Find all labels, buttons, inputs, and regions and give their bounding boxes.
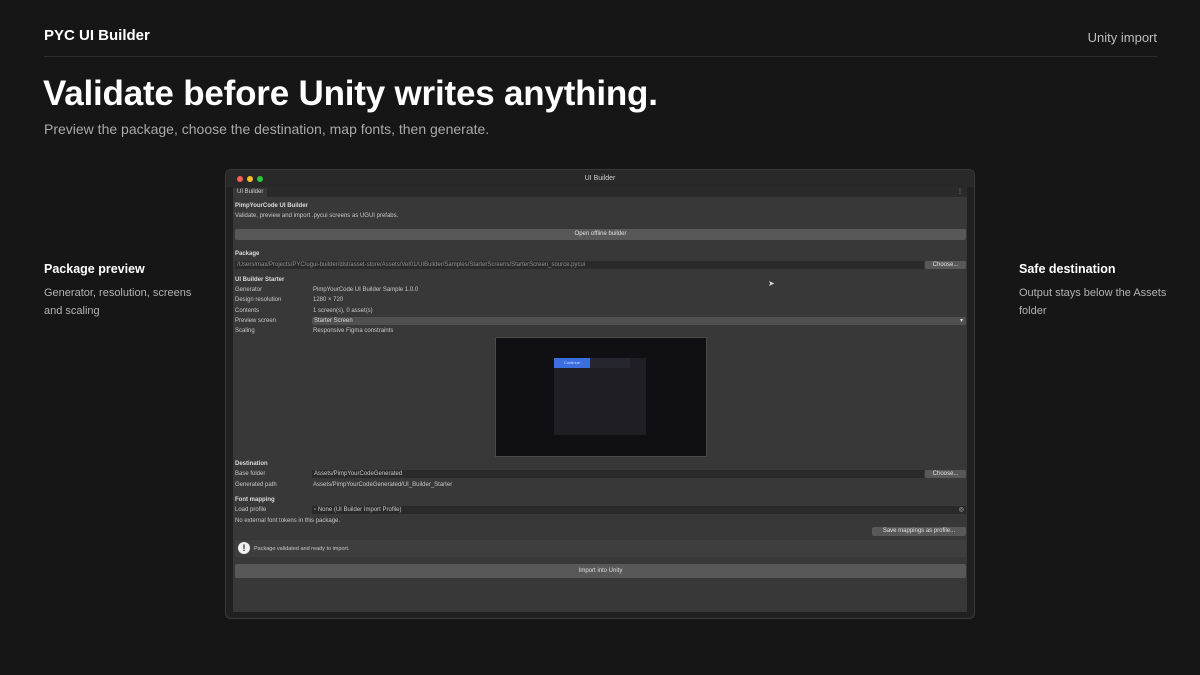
- more-options-icon[interactable]: ⋮: [957, 188, 963, 195]
- window-titlebar: UI Builder: [226, 170, 974, 187]
- brand-title: PYC UI Builder: [44, 27, 150, 44]
- contents-label: Contents: [235, 308, 260, 314]
- target-picker-icon[interactable]: ◎: [959, 506, 964, 514]
- scaling-label: Scaling: [235, 328, 255, 334]
- generated-path-value: Assets/PimpYourCodeGenerated/UI_Builder_…: [313, 482, 453, 488]
- ui-builder-panel: UI Builder ⋮ PimpYourCode UI Builder Val…: [233, 187, 967, 612]
- note-desc: Output stays below the Assets folder: [1019, 287, 1167, 317]
- document-icon: ▫: [314, 507, 317, 513]
- destination-label: Destination: [235, 461, 268, 467]
- note-title: Package preview: [44, 262, 145, 276]
- no-font-tokens-text: No external font tokens in this package.: [235, 518, 341, 524]
- info-icon: !: [238, 542, 250, 554]
- preview-primary-button: Continue: [554, 358, 590, 368]
- status-text: Package validated and ready to import.: [254, 546, 350, 552]
- unity-import-link[interactable]: Unity import: [1088, 30, 1157, 45]
- preview-screen-value: Starter Screen: [314, 318, 353, 324]
- starter-title: UI Builder Starter: [235, 277, 285, 283]
- open-offline-builder-button[interactable]: Open offline builder: [235, 229, 966, 240]
- note-title: Safe destination: [1019, 262, 1116, 276]
- safe-destination-note: Safe destination Output stays below the …: [1019, 262, 1179, 320]
- load-profile-value: None (UI Builder Import Profile): [317, 507, 402, 513]
- design-resolution-label: Design resolution: [235, 297, 282, 303]
- product-title: PimpYourCode UI Builder: [235, 203, 308, 209]
- preview-screen-label: Preview screen: [235, 318, 277, 324]
- package-path-field[interactable]: /Users/max/Projects/PYC/ugui-builder/dis…: [235, 261, 924, 269]
- choose-base-folder-button[interactable]: Choose...: [925, 470, 966, 478]
- preview-panel: [554, 358, 646, 435]
- mouse-cursor-icon: ➤: [768, 279, 775, 288]
- generated-path-label: Generated path: [235, 482, 277, 488]
- window-title: UI Builder: [584, 175, 616, 182]
- save-mappings-button[interactable]: Save mappings as profile...: [872, 527, 966, 536]
- status-box: ! Package validated and ready to import.: [235, 540, 966, 557]
- scaling-value: Responsive Figma constraints: [313, 328, 394, 334]
- header-divider: [44, 56, 1157, 57]
- page-subline: Preview the package, choose the destinat…: [44, 121, 490, 137]
- base-folder-label: Base folder: [235, 471, 266, 477]
- package-preview-note: Package preview Generator, resolution, s…: [44, 262, 204, 320]
- font-mapping-label: Font mapping: [235, 497, 275, 503]
- load-profile-label: Load profile: [235, 507, 267, 513]
- generator-value: PimpYourCode UI Builder Sample 1.0.0: [313, 287, 419, 293]
- base-folder-field[interactable]: Assets/PimpYourCodeGenerated: [312, 470, 924, 478]
- screen-preview: Continue: [495, 337, 707, 457]
- page-headline: Validate before Unity writes anything.: [43, 74, 658, 113]
- contents-value: 1 screen(s), 0 asset(s): [313, 308, 373, 314]
- product-desc: Validate, preview and import .pycui scre…: [235, 213, 399, 219]
- design-resolution-value: 1280 × 720: [313, 297, 344, 303]
- import-into-unity-button[interactable]: Import into Unity: [235, 564, 966, 578]
- chevron-down-icon: ▾: [959, 318, 963, 324]
- load-profile-field[interactable]: ▫ None (UI Builder Import Profile) ◎: [312, 506, 966, 514]
- generator-label: Generator: [235, 287, 263, 293]
- preview-screen-dropdown[interactable]: Starter Screen ▾: [312, 317, 966, 325]
- package-label: Package: [235, 251, 260, 257]
- tab-bar: UI Builder ⋮: [233, 187, 967, 197]
- tab-ui-builder[interactable]: UI Builder: [233, 188, 268, 197]
- unity-window: UI Builder UI Builder ⋮ PimpYourCode UI …: [225, 169, 975, 619]
- note-desc: Generator, resolution, screens and scali…: [44, 287, 192, 317]
- choose-package-button[interactable]: Choose...: [925, 261, 966, 269]
